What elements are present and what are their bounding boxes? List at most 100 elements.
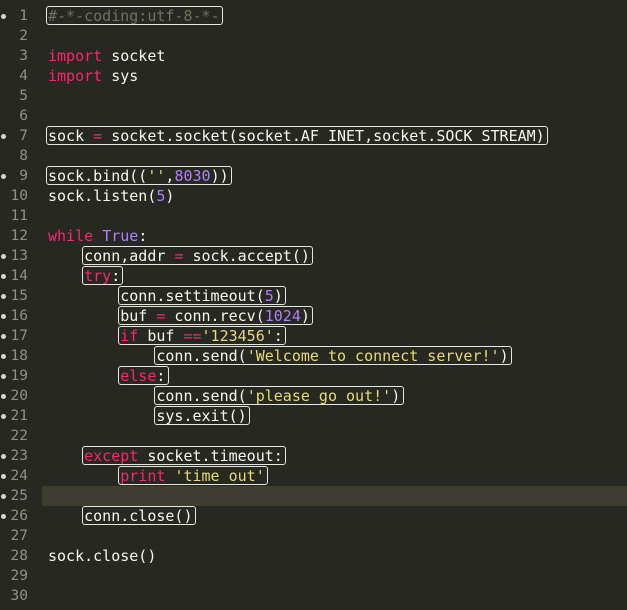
- breakpoint-marker-icon[interactable]: [1, 354, 6, 359]
- breakpoint-marker-icon[interactable]: [1, 494, 6, 499]
- code-area[interactable]: [42, 566, 627, 586]
- code-line[interactable]: 16 buf = conn.recv(1024): [0, 306, 627, 326]
- line-number: 13: [10, 248, 28, 264]
- code-line[interactable]: 24 print 'time out': [0, 466, 627, 486]
- code-area[interactable]: else:: [42, 366, 627, 386]
- find-match-highlight: [118, 466, 268, 485]
- code-line[interactable]: 18 conn.send('Welcome to connect server!…: [0, 346, 627, 366]
- code-line[interactable]: 17 if buf =='123456':: [0, 326, 627, 346]
- breakpoint-marker-icon[interactable]: [1, 454, 6, 459]
- line-gutter: 12: [0, 226, 38, 246]
- breakpoint-marker-icon[interactable]: [1, 134, 6, 139]
- breakpoint-marker-icon[interactable]: [1, 14, 6, 19]
- find-match-highlight: [82, 506, 196, 525]
- code-line[interactable]: 12 while True:: [0, 226, 627, 246]
- line-gutter: 9: [0, 166, 38, 186]
- line-number: 10: [10, 188, 28, 204]
- code-line[interactable]: 13 conn,addr = sock.accept(): [0, 246, 627, 266]
- code-area[interactable]: [42, 26, 627, 46]
- code-line[interactable]: 14 try:: [0, 266, 627, 286]
- code-line[interactable]: 2: [0, 26, 627, 46]
- code-area[interactable]: sys.exit(): [42, 406, 627, 426]
- code-area[interactable]: sock.listen(5): [42, 186, 627, 206]
- code-line[interactable]: 6: [0, 106, 627, 126]
- code-area[interactable]: [42, 146, 627, 166]
- breakpoint-marker-icon[interactable]: [1, 174, 6, 179]
- code-line[interactable]: 4 import sys: [0, 66, 627, 86]
- code-area[interactable]: while True:: [42, 226, 627, 246]
- code-area[interactable]: sock = socket.socket(socket.AF_INET,sock…: [42, 126, 627, 146]
- line-gutter: 6: [0, 106, 38, 126]
- code-area[interactable]: #-*-coding:utf-8-*-: [42, 6, 627, 26]
- code-area[interactable]: conn,addr = sock.accept(): [42, 246, 627, 266]
- code-line[interactable]: 22: [0, 426, 627, 446]
- code-area[interactable]: conn.settimeout(5): [42, 286, 627, 306]
- line-gutter: 17: [0, 326, 38, 346]
- code-area[interactable]: [42, 486, 627, 506]
- code-area[interactable]: if buf =='123456':: [42, 326, 627, 346]
- code-area[interactable]: [42, 206, 627, 226]
- code-line[interactable]: 3 import socket: [0, 46, 627, 66]
- line-gutter: 26: [0, 506, 38, 526]
- code-area[interactable]: import socket: [42, 46, 627, 66]
- code-line[interactable]: 23 except socket.timeout:: [0, 446, 627, 466]
- code-line[interactable]: 11: [0, 206, 627, 226]
- find-match-highlight: [82, 446, 287, 465]
- code-line[interactable]: 9 sock.bind(('',8030)): [0, 166, 627, 186]
- code-area[interactable]: [42, 426, 627, 446]
- code-line[interactable]: 20 conn.send('please go out!'): [0, 386, 627, 406]
- breakpoint-marker-icon[interactable]: [1, 414, 6, 419]
- code-area[interactable]: conn.close(): [42, 506, 627, 526]
- code-area[interactable]: [42, 526, 627, 546]
- line-number: 14: [10, 268, 28, 284]
- code-text: import sys: [48, 66, 138, 86]
- code-line[interactable]: 8: [0, 146, 627, 166]
- code-line[interactable]: 7 sock = socket.socket(socket.AF_INET,soc…: [0, 126, 627, 146]
- breakpoint-marker-icon[interactable]: [1, 394, 6, 399]
- code-editor[interactable]: 1 #-*-coding:utf-8-*- 2 3 import socket 4 impo…: [0, 6, 627, 606]
- line-number: 7: [19, 128, 28, 144]
- breakpoint-marker-icon[interactable]: [1, 314, 6, 319]
- code-line[interactable]: 5: [0, 86, 627, 106]
- code-area[interactable]: import sys: [42, 66, 627, 86]
- code-line[interactable]: 19 else:: [0, 366, 627, 386]
- code-text: while True:: [48, 226, 147, 246]
- code-line[interactable]: 28 sock.close(): [0, 546, 627, 566]
- breakpoint-marker-icon[interactable]: [1, 294, 6, 299]
- code-line[interactable]: 25: [0, 486, 627, 506]
- code-line[interactable]: 27: [0, 526, 627, 546]
- code-area[interactable]: print 'time out': [42, 466, 627, 486]
- code-area[interactable]: try:: [42, 266, 627, 286]
- code-line[interactable]: 26 conn.close(): [0, 506, 627, 526]
- line-number: 30: [10, 588, 28, 604]
- code-area[interactable]: conn.send('please go out!'): [42, 386, 627, 406]
- code-area[interactable]: [42, 86, 627, 106]
- breakpoint-marker-icon[interactable]: [1, 374, 6, 379]
- code-area[interactable]: sock.close(): [42, 546, 627, 566]
- code-line[interactable]: 29: [0, 566, 627, 586]
- code-area[interactable]: [42, 106, 627, 126]
- line-number: 15: [10, 288, 28, 304]
- code-line[interactable]: 30: [0, 586, 627, 606]
- line-gutter: 14: [0, 266, 38, 286]
- line-gutter: 3: [0, 46, 38, 66]
- code-line[interactable]: 15 conn.settimeout(5): [0, 286, 627, 306]
- breakpoint-marker-icon[interactable]: [1, 274, 6, 279]
- code-area[interactable]: conn.send('Welcome to connect server!'): [42, 346, 627, 366]
- code-area[interactable]: sock.bind(('',8030)): [42, 166, 627, 186]
- code-area[interactable]: buf = conn.recv(1024): [42, 306, 627, 326]
- code-area[interactable]: except socket.timeout:: [42, 446, 627, 466]
- code-line[interactable]: 1 #-*-coding:utf-8-*-: [0, 6, 627, 26]
- breakpoint-marker-icon[interactable]: [1, 474, 6, 479]
- code-area[interactable]: [42, 586, 627, 606]
- code-line[interactable]: 10 sock.listen(5): [0, 186, 627, 206]
- breakpoint-marker-icon[interactable]: [1, 514, 6, 519]
- line-number: 22: [10, 428, 28, 444]
- code-line[interactable]: 21 sys.exit(): [0, 406, 627, 426]
- breakpoint-marker-icon[interactable]: [1, 334, 6, 339]
- line-number: 21: [10, 408, 28, 424]
- code-text: sock.listen(5): [48, 186, 174, 206]
- breakpoint-marker-icon[interactable]: [1, 254, 6, 259]
